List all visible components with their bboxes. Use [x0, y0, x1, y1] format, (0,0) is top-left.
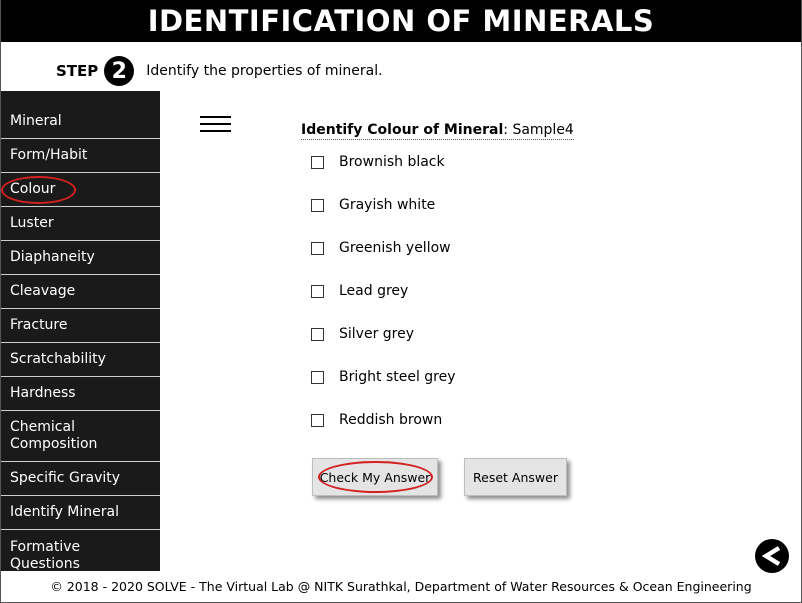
option-checkbox[interactable]	[311, 241, 324, 255]
question-separator: :	[503, 122, 508, 138]
step-instruction: Identify the properties of mineral.	[146, 63, 383, 79]
question-text: Identify Colour of Mineral	[301, 122, 504, 138]
option-reddish-brown[interactable]: Reddish brown	[311, 410, 442, 430]
option-label: Bright steel grey	[339, 369, 456, 385]
option-brownish-black[interactable]: Brownish black	[311, 152, 445, 172]
step-label: STEP	[56, 62, 99, 80]
sidebar-item-luster[interactable]: Luster	[0, 207, 160, 241]
question-prompt: Identify Colour of Mineral: Sample4	[301, 122, 574, 140]
sidebar-item-chemical-composition[interactable]: Chemical Composition	[0, 411, 160, 462]
sidebar-item-form-habit[interactable]: Form/Habit	[0, 139, 160, 173]
sample-name: Sample4	[512, 122, 574, 138]
option-checkbox[interactable]	[311, 327, 324, 341]
option-label: Greenish yellow	[339, 240, 451, 256]
sidebar-item-specific-gravity[interactable]: Specific Gravity	[0, 462, 160, 496]
step-indicator: STEP 2 Identify the properties of minera…	[56, 56, 383, 86]
option-label: Reddish brown	[339, 412, 443, 428]
sidebar-item-formative-questions[interactable]: Formative Questions	[0, 530, 160, 572]
sidebar-item-mineral[interactable]: Mineral	[0, 105, 160, 139]
option-bright-steel-grey[interactable]: Bright steel grey	[311, 367, 456, 387]
option-checkbox[interactable]	[311, 370, 324, 384]
step-number-badge: 2	[104, 56, 135, 86]
sidebar-item-diaphaneity[interactable]: Diaphaneity	[0, 241, 160, 275]
highlight-ring-check-answer	[318, 461, 433, 493]
sidebar-nav: Mineral Form/Habit Colour Luster Diaphan…	[0, 91, 160, 572]
back-arrow-icon[interactable]	[755, 539, 789, 573]
option-greenish-yellow[interactable]: Greenish yellow	[311, 238, 451, 258]
reset-answer-button[interactable]: Reset Answer	[464, 458, 567, 496]
option-checkbox[interactable]	[311, 198, 324, 212]
footer-copyright: © 2018 - 2020 SOLVE - The Virtual Lab @ …	[50, 579, 752, 594]
sidebar-item-identify-mineral[interactable]: Identify Mineral	[0, 496, 160, 530]
sidebar-item-fracture[interactable]: Fracture	[0, 309, 160, 343]
option-label: Brownish black	[339, 154, 445, 170]
option-label: Silver grey	[339, 326, 415, 342]
option-checkbox[interactable]	[311, 413, 324, 427]
option-checkbox[interactable]	[311, 155, 324, 169]
hamburger-menu-icon[interactable]	[200, 116, 231, 133]
option-label: Lead grey	[339, 283, 409, 299]
highlight-ring-colour	[1, 176, 76, 204]
option-silver-grey[interactable]: Silver grey	[311, 324, 414, 344]
option-lead-grey[interactable]: Lead grey	[311, 281, 408, 301]
option-checkbox[interactable]	[311, 284, 324, 298]
sidebar-item-hardness[interactable]: Hardness	[0, 377, 160, 411]
option-label: Grayish white	[339, 197, 436, 213]
sidebar-item-scratchability[interactable]: Scratchability	[0, 343, 160, 377]
option-grayish-white[interactable]: Grayish white	[311, 195, 435, 215]
page-title: IDENTIFICATION OF MINERALS	[0, 0, 802, 42]
sidebar-item-cleavage[interactable]: Cleavage	[0, 275, 160, 309]
